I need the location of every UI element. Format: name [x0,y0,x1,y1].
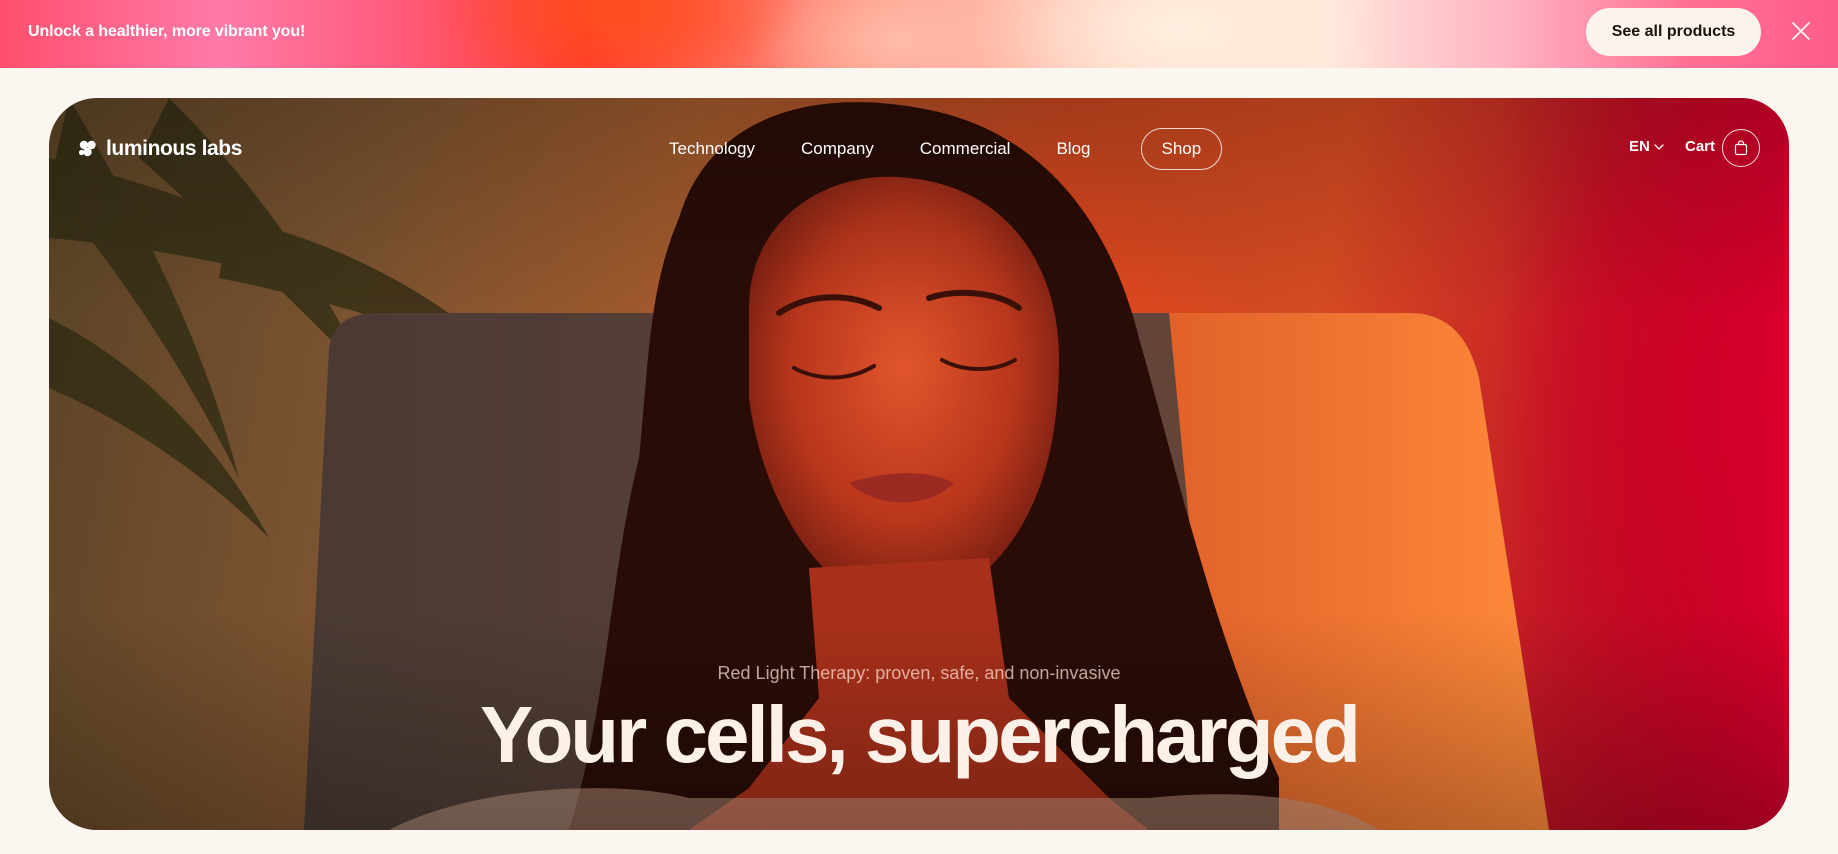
cart-link[interactable]: Cart [1685,138,1715,155]
logo[interactable]: luminous labs [78,136,242,162]
hero-eyebrow: Red Light Therapy: proven, safe, and non… [717,663,1121,683]
hero-headline: Your cells, supercharged [480,690,1361,779]
logo-text: luminous labs [106,137,242,160]
announcement-text: Unlock a healthier, more vibrant you! [28,23,306,40]
nav-commercial[interactable]: Commercial [920,139,1011,159]
hero-section: luminous labs Technology Company Commerc… [49,98,1789,830]
language-label: EN [1629,138,1650,155]
main-nav: Technology Company Commercial Blog Shop [669,128,1223,170]
cart-button[interactable] [1722,129,1760,167]
chevron-down-icon [1654,143,1664,150]
nav-blog[interactable]: Blog [1056,139,1090,159]
shopping-bag-icon [1734,140,1748,156]
see-all-products-button[interactable]: See all products [1586,8,1761,56]
close-icon[interactable] [1790,20,1812,42]
nav-company[interactable]: Company [801,139,874,159]
language-selector[interactable]: EN [1629,138,1665,155]
nav-technology[interactable]: Technology [669,139,755,159]
shop-button[interactable]: Shop [1140,128,1223,170]
announcement-bar: Unlock a healthier, more vibrant you! Se… [0,0,1838,68]
cluster-dots-icon [78,140,96,157]
